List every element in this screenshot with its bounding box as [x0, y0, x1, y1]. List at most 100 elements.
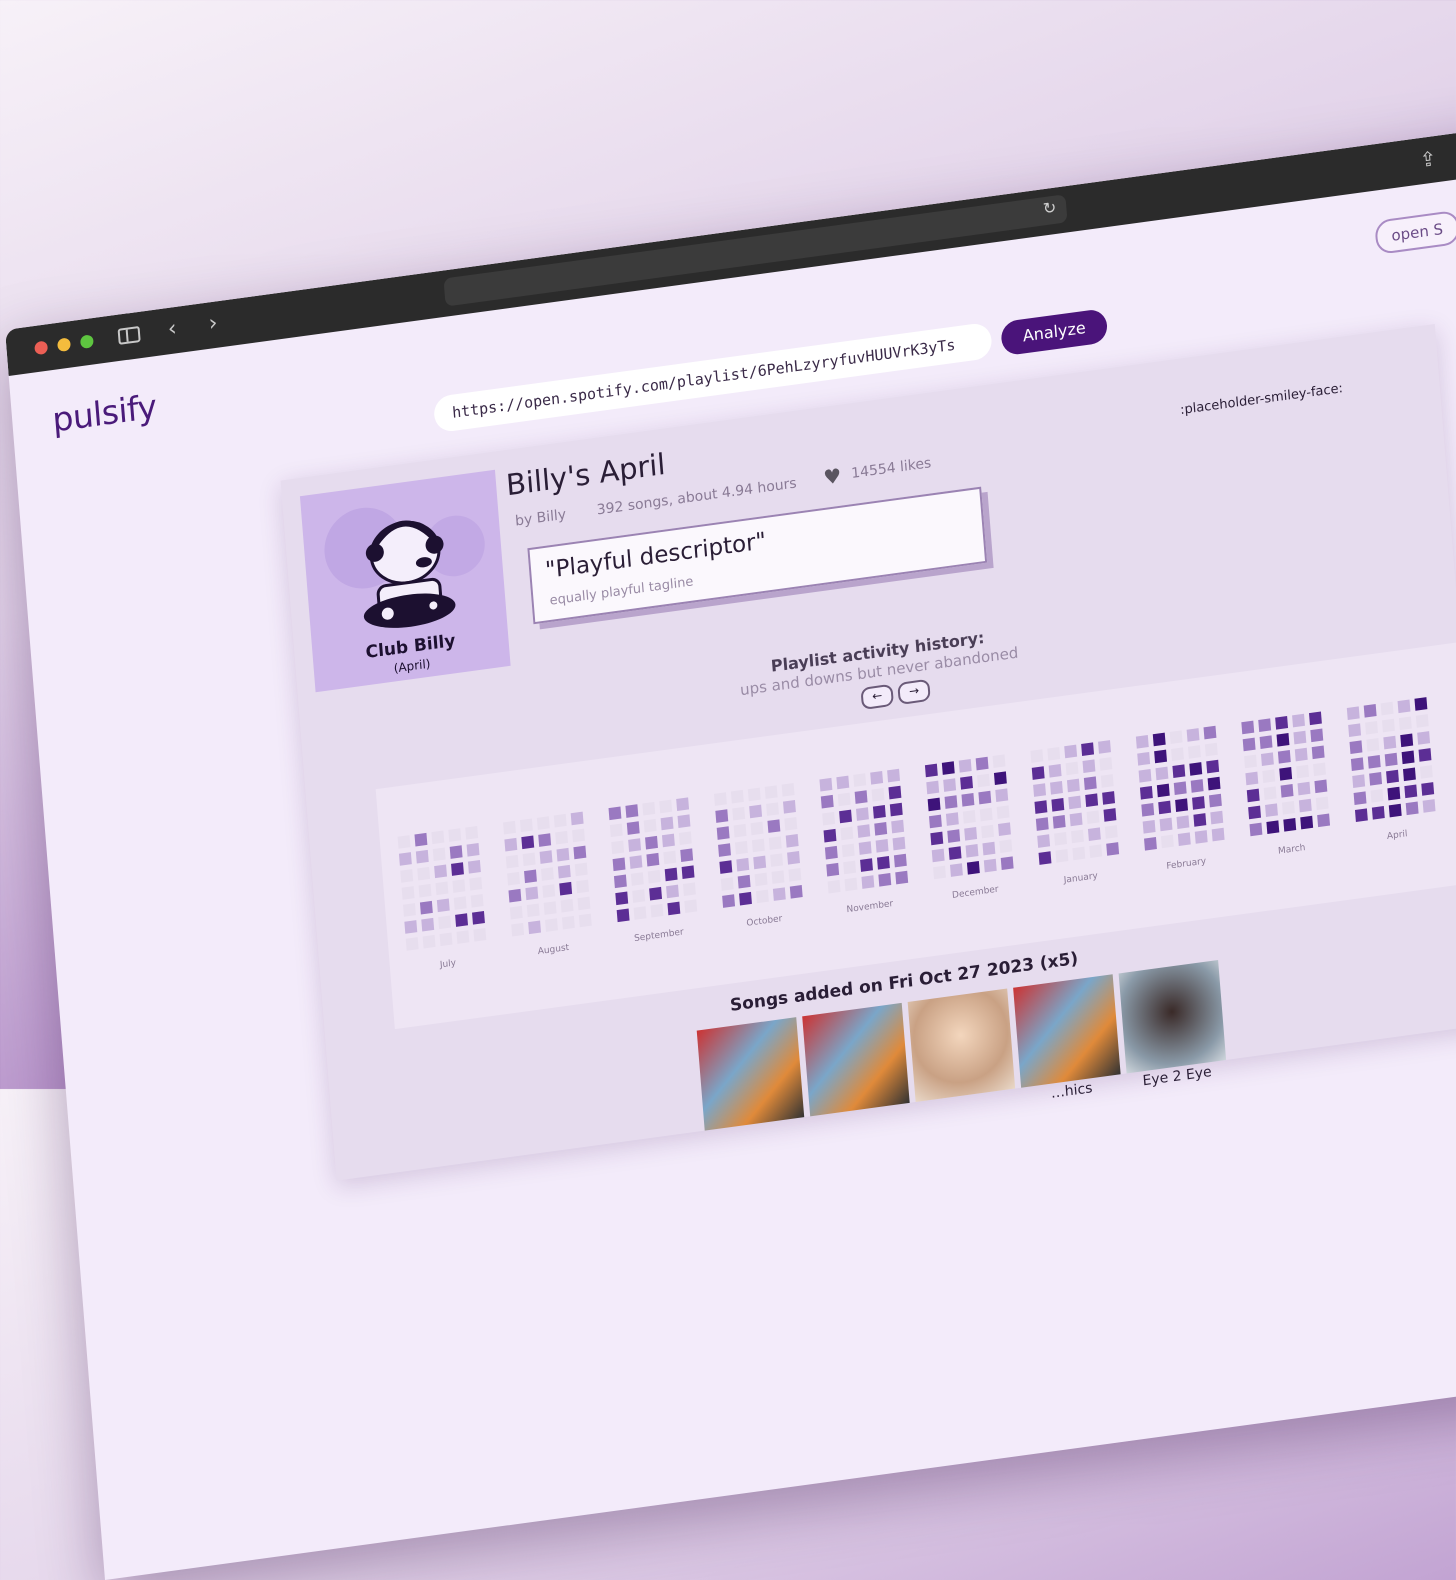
heatmap-cell[interactable] — [892, 836, 906, 851]
heatmap-cell[interactable] — [545, 918, 558, 932]
heatmap-cell[interactable] — [511, 922, 525, 937]
heatmap-cell[interactable] — [539, 850, 553, 864]
heatmap-cell[interactable] — [1192, 796, 1205, 810]
heatmap-cell[interactable] — [1384, 752, 1398, 767]
heatmap-cell[interactable] — [1241, 720, 1255, 735]
heatmap-cell[interactable] — [453, 896, 467, 910]
heatmap-cell[interactable] — [538, 833, 552, 847]
heatmap-cell[interactable] — [1381, 718, 1395, 733]
heatmap-cell[interactable] — [944, 795, 958, 809]
heatmap-cell[interactable] — [400, 869, 414, 883]
heatmap-cell[interactable] — [633, 906, 647, 920]
heatmap-cell[interactable] — [872, 805, 886, 819]
heatmap-cell[interactable] — [1082, 759, 1096, 774]
heatmap-cell[interactable] — [1104, 825, 1118, 839]
heatmap-cell[interactable] — [784, 817, 798, 831]
heatmap-cell[interactable] — [1275, 716, 1289, 730]
heatmap-cell[interactable] — [1279, 767, 1293, 781]
heatmap-cell[interactable] — [536, 816, 550, 830]
heatmap-cell[interactable] — [1083, 776, 1097, 791]
heatmap-cell[interactable] — [836, 775, 850, 790]
heatmap-cell[interactable] — [713, 792, 727, 806]
heatmap-cell[interactable] — [1281, 801, 1295, 815]
heatmap-cell[interactable] — [962, 809, 976, 824]
heatmap-cell[interactable] — [1064, 744, 1078, 759]
heatmap-cell[interactable] — [649, 886, 663, 901]
heatmap-cell[interactable] — [572, 828, 585, 843]
heatmap-cell[interactable] — [1418, 748, 1432, 762]
heatmap-cell[interactable] — [1156, 783, 1170, 798]
heatmap-cell[interactable] — [941, 761, 955, 775]
heatmap-cell[interactable] — [667, 901, 681, 916]
heatmap-cell[interactable] — [930, 831, 944, 846]
heatmap-cell[interactable] — [716, 826, 730, 840]
heatmap-cell[interactable] — [943, 778, 957, 792]
heatmap-cell[interactable] — [1258, 718, 1272, 732]
heatmap-cell[interactable] — [1297, 781, 1311, 796]
heatmap-cell[interactable] — [473, 927, 487, 942]
heatmap-cell[interactable] — [557, 864, 571, 879]
heatmap-cell[interactable] — [1421, 782, 1435, 796]
heatmap-cell[interactable] — [992, 754, 1006, 769]
heatmap-cell[interactable] — [856, 807, 869, 821]
song-cover[interactable] — [1013, 974, 1121, 1088]
song-cover[interactable] — [1118, 959, 1227, 1074]
heatmap-cell[interactable] — [751, 838, 765, 853]
heatmap-cell[interactable] — [1106, 842, 1120, 856]
heatmap-cell[interactable] — [521, 835, 535, 850]
heatmap-cell[interactable] — [876, 856, 890, 870]
heatmap-cell[interactable] — [1051, 797, 1065, 812]
heatmap-cell[interactable] — [1402, 767, 1416, 782]
heatmap-cell[interactable] — [574, 862, 588, 877]
heatmap-cell[interactable] — [1265, 803, 1278, 817]
heatmap-cell[interactable] — [628, 838, 642, 852]
heatmap-cell[interactable] — [732, 806, 746, 821]
heatmap-cell[interactable] — [1313, 762, 1326, 777]
heatmap-cell[interactable] — [398, 852, 412, 866]
heatmap-cell[interactable] — [417, 866, 431, 881]
heatmap-cell[interactable] — [857, 824, 871, 838]
heatmap-cell[interactable] — [509, 905, 523, 920]
heatmap-cell[interactable] — [1371, 806, 1385, 820]
heatmap-cell[interactable] — [1208, 793, 1222, 808]
close-window-button[interactable] — [34, 340, 49, 356]
heatmap-cell[interactable] — [556, 847, 570, 862]
prev-arrow-button[interactable]: ← — [860, 683, 895, 711]
heatmap-cell[interactable] — [419, 900, 433, 915]
heatmap-cell[interactable] — [1071, 829, 1084, 844]
heatmap-cell[interactable] — [766, 802, 779, 816]
heatmap-cell[interactable] — [770, 853, 784, 867]
heatmap-cell[interactable] — [827, 879, 841, 894]
heatmap-cell[interactable] — [507, 871, 521, 886]
heatmap-cell[interactable] — [1138, 768, 1152, 783]
heatmap-cell[interactable] — [660, 816, 674, 831]
heatmap-cell[interactable] — [947, 829, 961, 843]
heatmap-cell[interactable] — [1177, 832, 1191, 846]
heatmap-cell[interactable] — [438, 915, 452, 930]
heatmap-cell[interactable] — [1155, 766, 1169, 781]
heatmap-cell[interactable] — [978, 790, 992, 805]
heatmap-cell[interactable] — [718, 843, 731, 857]
heatmap-cell[interactable] — [646, 852, 660, 867]
heatmap-cell[interactable] — [823, 828, 837, 843]
song-card[interactable]: Eye 2 Eye — [1118, 959, 1228, 1091]
heatmap-cell[interactable] — [397, 835, 411, 849]
heatmap-cell[interactable] — [1048, 763, 1062, 778]
heatmap-cell[interactable] — [403, 903, 416, 917]
heatmap-cell[interactable] — [451, 862, 464, 876]
heatmap-cell[interactable] — [824, 845, 838, 860]
heatmap-cell[interactable] — [722, 894, 736, 908]
heatmap-cell[interactable] — [1422, 799, 1436, 813]
next-arrow-button[interactable]: → — [897, 678, 931, 706]
song-card[interactable]: …hics — [1013, 974, 1122, 1106]
song-cover[interactable] — [907, 988, 1016, 1103]
heatmap-cell[interactable] — [1383, 735, 1397, 750]
heatmap-cell[interactable] — [785, 834, 799, 848]
heatmap-cell[interactable] — [681, 865, 695, 879]
heatmap-cell[interactable] — [1348, 723, 1362, 737]
heatmap-cell[interactable] — [573, 845, 587, 860]
heatmap-cell[interactable] — [870, 771, 884, 785]
heatmap-cell[interactable] — [891, 819, 905, 834]
song-card[interactable] — [696, 1017, 805, 1133]
heatmap-cell[interactable] — [840, 826, 854, 841]
